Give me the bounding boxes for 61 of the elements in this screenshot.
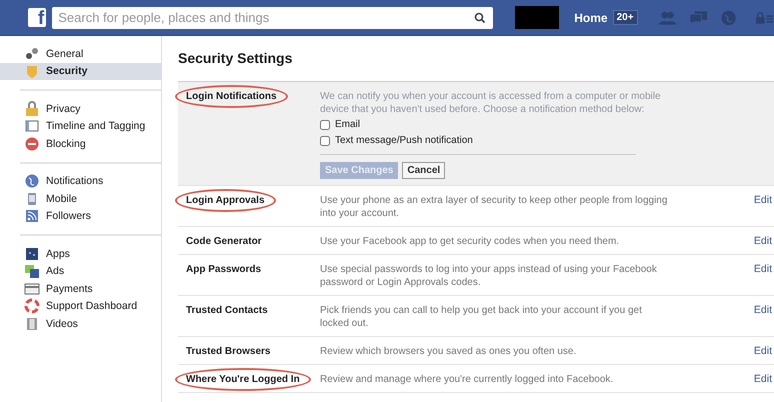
setting-name[interactable]: Code Generator [175, 230, 273, 253]
setting-description: Review and manage where you're currently logged into Facebook. [320, 373, 614, 386]
sidebar-item[interactable]: Support Dashboard [0, 298, 161, 315]
setting-name[interactable]: Trusted Browsers [175, 340, 282, 363]
shield-icon [24, 63, 40, 80]
option-label: Email [335, 118, 360, 131]
option-label: Text message/Push notification [335, 134, 473, 147]
setting-description: Use your Facebook app to get security codes when you need them. [320, 235, 620, 248]
setting-description: We can notify you when your account is accessed from a computer or mobile device that you haven't used before. Choose a notification method below: [320, 90, 662, 116]
search-field[interactable]: Search for people, places and things [52, 6, 494, 28]
setting-name[interactable]: Where You're Logged In [175, 368, 311, 391]
apps-icon [24, 246, 40, 262]
sidebar-item[interactable]: Payments [0, 280, 161, 298]
setting-description: Review which browsers you saved as ones you often use. [320, 345, 578, 358]
globe-icon [24, 173, 40, 190]
cancel-button[interactable]: Cancel [402, 162, 446, 179]
setting-name[interactable]: App Passwords [175, 258, 272, 281]
ads-icon [24, 263, 40, 280]
setting-name[interactable]: Trusted Contacts [175, 299, 279, 322]
globe-icon[interactable] [720, 8, 737, 26]
sidebar-item[interactable]: Videos [0, 315, 161, 332]
lifebuoy-icon [24, 298, 40, 314]
edit-link[interactable]: Edit [754, 304, 772, 330]
sidebar-item[interactable]: Apps [0, 245, 161, 262]
checkbox[interactable] [320, 136, 330, 146]
privacy-lock-icon[interactable] [754, 10, 774, 24]
sidebar-item[interactable]: Timeline and Tagging [0, 118, 161, 135]
sidebar-item[interactable]: Privacy [0, 100, 161, 118]
timeline-icon [24, 118, 40, 134]
redacted-block [515, 6, 560, 29]
gears-icon [24, 46, 40, 62]
sidebar-item[interactable]: Mobile [0, 190, 161, 208]
search-icon[interactable] [474, 12, 486, 24]
notification-count: 20+ [612, 10, 638, 25]
setting-description: Use your phone as an extra layer of security to keep other people from logging into your account. [320, 194, 668, 220]
sidebar-item[interactable]: Ads [0, 262, 161, 280]
blocked-icon [24, 136, 40, 152]
rss-icon [24, 208, 40, 224]
edit-link[interactable]: Edit [754, 263, 772, 289]
sidebar-item[interactable]: Followers [0, 208, 161, 225]
setting-name[interactable]: Login Notifications [175, 85, 288, 108]
home-link[interactable]: Home [574, 10, 608, 24]
sidebar-item[interactable]: Notifications [0, 172, 161, 190]
sidebar-item[interactable]: General [0, 45, 161, 62]
edit-link[interactable]: Edit [754, 194, 772, 220]
setting-description: Use special passwords to log into your apps instead of using your Facebook password or Login Approvals codes. [320, 263, 658, 289]
sidebar-item[interactable]: Security [0, 62, 161, 80]
messages-icon[interactable] [688, 10, 708, 26]
checkbox[interactable] [320, 120, 330, 130]
film-icon [24, 316, 40, 332]
setting-name[interactable]: Login Approvals [175, 189, 276, 212]
edit-link[interactable]: Edit [754, 345, 772, 358]
facebook-logo[interactable]: f [28, 8, 46, 27]
friends-icon[interactable] [658, 10, 677, 26]
setting-description: Pick friends you can call to help you get back into your account if you get locked out. [320, 304, 643, 330]
edit-link[interactable]: Edit [754, 373, 772, 386]
padlock-icon [24, 100, 40, 117]
sidebar-item[interactable]: Blocking [0, 135, 161, 152]
edit-link[interactable]: Edit [754, 235, 772, 248]
page-title: Security Settings [178, 50, 294, 66]
card-icon [24, 280, 40, 297]
